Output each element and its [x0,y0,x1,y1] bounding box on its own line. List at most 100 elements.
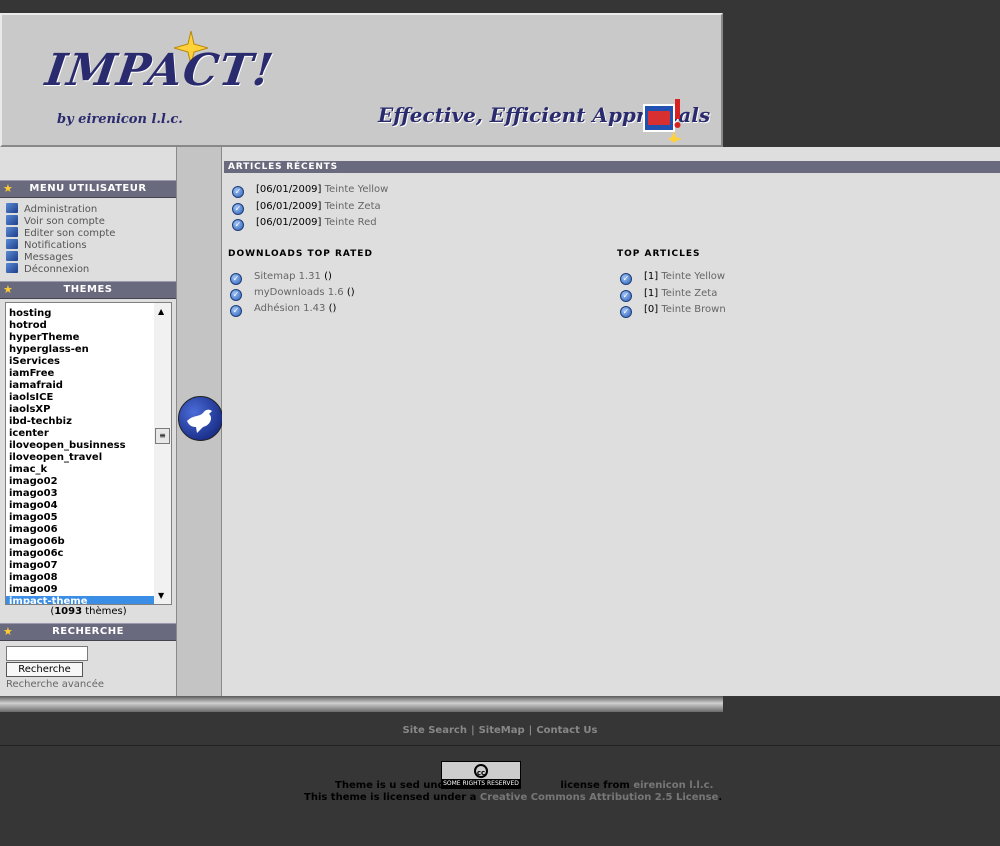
article-link[interactable]: Teinte Zeta [661,288,717,299]
theme-option[interactable]: imago04 [6,500,154,512]
footer-divider [0,745,1000,746]
menu-item-label: Notifications [24,240,87,251]
theme-option[interactable]: iamFree [6,368,154,380]
check-icon: ✓ [232,219,244,231]
theme-option[interactable]: iaolsXP [6,404,154,416]
creative-commons-badge[interactable]: cc SOME RIGHTS RESERVED [441,761,521,789]
download-link[interactable]: Sitemap 1.31 [254,271,321,282]
cc-rights-label: SOME RIGHTS RESERVED [442,779,520,788]
download-link[interactable]: Adhésion 1.43 [254,303,325,314]
footer-link-sitemap[interactable]: SiteMap [479,725,525,736]
menu-item-label: Déconnexion [24,264,90,275]
article-link[interactable]: Teinte Yellow [325,184,389,195]
star-icon: ★ [3,182,14,195]
license-text: . [718,792,723,803]
article-link[interactable]: Teinte Brown [661,304,725,315]
theme-option[interactable]: iloveopen_businness [6,440,154,452]
theme-option[interactable]: icenter [6,428,154,440]
check-icon: ✓ [620,273,632,285]
theme-option[interactable]: imago07 [6,560,154,572]
theme-option[interactable]: imago08 [6,572,154,584]
license-line-2: This theme is licensed under a Creative … [304,792,722,803]
menu-item-label: Voir son compte [24,216,105,227]
themes-header: ★ THEMES [0,281,176,299]
search-header: ★ RECHERCHE [0,623,176,641]
theme-options: hosting hotrod hyperTheme hyperglass-en iSer… [6,308,154,604]
site-logo[interactable]: IMPACT! [42,45,277,96]
folder-icon [6,239,18,249]
article-link[interactable]: Teinte Zeta [325,201,381,212]
menu-item-administration[interactable]: Administration [6,203,115,215]
footer-link-site-search[interactable]: Site Search [403,725,467,736]
theme-select-list[interactable]: hosting hotrod hyperTheme hyperglass-en iSer… [5,302,172,605]
license-text: license from [560,780,630,791]
top-article-row: ✓ [0] Teinte Brown [620,303,726,318]
recent-article-row: ✓ [06/01/2009] Teinte Yellow [232,183,389,198]
folder-alert-icon [643,99,682,143]
download-link[interactable]: myDownloads 1.6 [254,287,344,298]
eirenicon-link[interactable]: eirenicon l.l.c. [633,780,713,791]
advanced-search-link[interactable]: Recherche avancée [6,679,104,690]
menu-item-voir-compte[interactable]: Voir son compte [6,215,115,227]
theme-option[interactable]: hyperglass-en [6,344,154,356]
theme-option[interactable]: impact-theme [6,596,154,604]
menu-item-deconnexion[interactable]: Déconnexion [6,263,115,275]
scroll-thumb[interactable]: ≡ [155,428,170,444]
theme-option[interactable]: hotrod [6,320,154,332]
theme-option[interactable]: ibd-techbiz [6,416,154,428]
theme-count-label: thèmes) [82,606,127,617]
downloads-top-rated-title: DOWNLOADS TOP RATED [228,249,373,259]
article-date: [06/01/2009] [256,217,322,228]
theme-list-scrollbar[interactable]: ▲ ≡ ▼ [154,303,171,604]
download-row: ✓ Sitemap 1.31 () [230,270,332,285]
license-text: This theme is licensed under a [304,792,477,803]
article-date: [06/01/2009] [256,201,322,212]
theme-option[interactable]: imac_k [6,464,154,476]
top-article-count: [0] [644,304,659,315]
download-count: () [324,271,332,282]
article-date: [06/01/2009] [256,184,322,195]
check-icon: ✓ [230,273,242,285]
footer-separator: | [528,725,533,736]
top-article-count: [1] [644,271,659,282]
theme-option[interactable]: imago06 [6,524,154,536]
menu-item-messages[interactable]: Messages [6,251,115,263]
footer-link-contact[interactable]: Contact Us [536,725,597,736]
star-icon: ★ [3,283,14,296]
theme-count: (1093 thèmes) [0,606,177,617]
footer-separator: | [470,725,475,736]
theme-option[interactable]: imago06b [6,536,154,548]
theme-option[interactable]: iamafraid [6,380,154,392]
theme-option[interactable]: iServices [6,356,154,368]
top-strip [0,0,1000,13]
footer-links: Site Search | SiteMap | Contact Us [0,725,1000,736]
cc-license-link[interactable]: Creative Commons Attribution 2.5 License [480,792,718,803]
theme-option[interactable]: iaolsICE [6,392,154,404]
theme-option[interactable]: imago09 [6,584,154,596]
menu-item-editer-compte[interactable]: Editer son compte [6,227,115,239]
theme-option[interactable]: imago03 [6,488,154,500]
scroll-up-icon[interactable]: ▲ [158,307,164,316]
search-input[interactable] [6,646,88,661]
theme-option[interactable]: imago06c [6,548,154,560]
theme-option[interactable]: imago05 [6,512,154,524]
top-articles-title: TOP ARTICLES [617,249,701,259]
theme-option[interactable]: hyperTheme [6,332,154,344]
user-menu-title: MENU UTILISATEUR [29,183,147,194]
scroll-down-icon[interactable]: ▼ [158,591,164,600]
theme-option[interactable]: iloveopen_travel [6,452,154,464]
article-link[interactable]: Teinte Red [325,217,377,228]
search-button[interactable]: Recherche [6,662,83,677]
article-link[interactable]: Teinte Yellow [661,271,725,282]
theme-option[interactable]: imago02 [6,476,154,488]
dove-icon [178,396,223,441]
search-title: RECHERCHE [52,626,124,637]
theme-option[interactable]: hosting [6,308,154,320]
bottom-bar [0,696,723,712]
recent-articles-header: ARTICLES RÉCENTS [224,161,1000,173]
license-text: Theme is u sed under [335,780,457,791]
top-article-count: [1] [644,288,659,299]
star-icon: ★ [3,625,14,638]
menu-item-notifications[interactable]: Notifications [6,239,115,251]
check-icon: ✓ [230,305,242,317]
